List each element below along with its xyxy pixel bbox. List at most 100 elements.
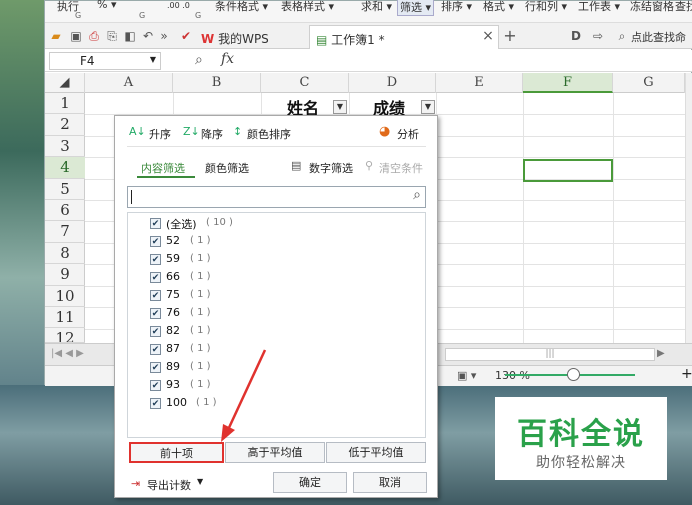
export-count-button[interactable]: 导出计数 <box>147 477 191 493</box>
pdf-export-icon[interactable]: ⎙ <box>87 29 101 43</box>
checkbox-item[interactable]: ✔ <box>150 290 161 301</box>
share-icon[interactable]: ⇨ <box>591 29 605 43</box>
row-header-8[interactable]: 8 <box>45 243 85 265</box>
ribbon-format[interactable]: 格式 ▾ <box>483 0 514 14</box>
fx-icon[interactable]: fx <box>221 51 234 67</box>
ribbon-sum[interactable]: 求和 ▾ <box>361 0 392 14</box>
row-header-4[interactable]: 4 <box>45 157 85 179</box>
ribbon-freeze[interactable]: 冻结窗格 <box>630 0 674 14</box>
row-header-1[interactable]: 1 <box>45 93 85 115</box>
row-header-9[interactable]: 9 <box>45 264 85 286</box>
cancel-button[interactable]: 取消 <box>353 472 427 493</box>
sort-descending-button[interactable]: 降序 <box>201 126 223 142</box>
tab-color-filter[interactable]: 颜色筛选 <box>205 160 249 176</box>
search-icon[interactable]: ⌕ <box>615 29 629 43</box>
list-item-value[interactable]: 52 <box>166 234 180 247</box>
checkbox-item[interactable]: ✔ <box>150 326 161 337</box>
scroll-right-icon[interactable]: ▶ <box>657 348 665 359</box>
list-item-value[interactable]: (全选) <box>166 216 197 232</box>
checkbox-item[interactable]: ✔ <box>150 236 161 247</box>
checkmark-menu-icon[interactable]: ✔ <box>179 29 193 43</box>
row-header-6[interactable]: 6 <box>45 200 85 222</box>
ribbon-sort[interactable]: 排序 ▾ <box>441 0 472 14</box>
search-icon[interactable]: ⌕ <box>413 187 421 203</box>
analyze-button[interactable]: 分析 <box>397 126 419 142</box>
ribbon-conditional-format[interactable]: 条件格式 ▾ <box>215 0 268 14</box>
print-icon[interactable]: ⎘ <box>105 29 119 43</box>
ribbon-worksheet[interactable]: 工作表 ▾ <box>578 0 620 14</box>
list-item-value[interactable]: 89 <box>166 360 180 373</box>
app-d-icon[interactable]: D <box>569 29 583 43</box>
zoom-in-icon[interactable]: + <box>681 366 692 382</box>
sheet-nav-icon[interactable]: |◀ ◀ ▶ <box>51 348 84 359</box>
below-average-button[interactable]: 低于平均值 <box>326 442 426 463</box>
list-item-value[interactable]: 87 <box>166 342 180 355</box>
print-preview-icon[interactable]: ◧ <box>123 29 137 43</box>
chevron-down-icon[interactable]: ▼ <box>150 55 156 64</box>
selected-cell-f4[interactable] <box>523 159 613 182</box>
chevron-down-icon[interactable]: ▼ <box>197 477 203 486</box>
checkbox-item[interactable]: ✔ <box>150 380 161 391</box>
list-item-value[interactable]: 59 <box>166 252 180 265</box>
list-item-value[interactable]: 93 <box>166 378 180 391</box>
checkbox-item[interactable]: ✔ <box>150 362 161 373</box>
top-ten-button[interactable]: 前十项 <box>129 442 224 463</box>
ribbon-percent[interactable]: % ▾ <box>97 0 116 11</box>
clear-filter-button[interactable]: 清空条件 <box>379 160 423 176</box>
zoom-search-icon[interactable]: ⌕ <box>195 52 203 68</box>
row-header-7[interactable]: 7 <box>45 221 85 243</box>
row-header-12[interactable]: 12 <box>45 328 85 343</box>
list-item-value[interactable]: 66 <box>166 270 180 283</box>
checkbox-select-all[interactable]: ✔ <box>150 218 161 229</box>
checkbox-item[interactable]: ✔ <box>150 272 161 283</box>
above-average-button[interactable]: 高于平均值 <box>225 442 325 463</box>
row-header-5[interactable]: 5 <box>45 179 85 200</box>
ribbon-rows-cols[interactable]: 行和列 ▾ <box>525 0 567 14</box>
filter-dropdown-name[interactable]: ▼ <box>333 100 347 114</box>
column-header-d[interactable]: D <box>349 73 436 93</box>
undo-icon[interactable]: ↶ <box>141 29 155 43</box>
checkbox-item[interactable]: ✔ <box>150 344 161 355</box>
tab-workbook[interactable]: ▤ 工作簿1 * <box>309 25 499 49</box>
row-header-11[interactable]: 11 <box>45 307 85 329</box>
zoom-slider-handle[interactable] <box>567 368 580 381</box>
tab-content-filter[interactable]: 内容筛选 <box>141 160 185 176</box>
select-all-corner[interactable]: ◢ <box>45 73 85 93</box>
column-header-f[interactable]: F <box>523 73 613 93</box>
horizontal-scrollbar[interactable]: ||| <box>445 348 655 361</box>
checkbox-item[interactable]: ✔ <box>150 398 161 409</box>
open-folder-icon[interactable]: ▰ <box>49 29 63 43</box>
row-header-10[interactable]: 10 <box>45 286 85 307</box>
checkbox-item[interactable]: ✔ <box>150 308 161 319</box>
column-header-c[interactable]: C <box>261 73 349 93</box>
filter-dropdown-score[interactable]: ▼ <box>421 100 435 114</box>
save-icon[interactable]: ▣ <box>69 29 83 43</box>
list-item-value[interactable]: 100 <box>166 396 187 409</box>
more-chevron-icon[interactable]: » <box>157 29 171 43</box>
number-filter-button[interactable]: 数字筛选 <box>309 160 353 176</box>
ok-button[interactable]: 确定 <box>273 472 347 493</box>
add-tab-icon[interactable]: + <box>503 28 517 44</box>
sort-ascending-button[interactable]: 升序 <box>149 126 171 142</box>
close-tab-icon[interactable]: × <box>481 29 495 43</box>
name-box[interactable]: F4 ▼ <box>49 52 161 70</box>
column-header-b[interactable]: B <box>173 73 261 93</box>
filter-search-input[interactable]: ⌕ <box>127 186 426 208</box>
list-item-value[interactable]: 82 <box>166 324 180 337</box>
column-header-a[interactable]: A <box>85 73 173 93</box>
sort-by-color-button[interactable]: 颜色排序 <box>247 126 291 142</box>
command-search-hint[interactable]: 点此查找命 <box>631 29 686 45</box>
tab-my-wps[interactable]: W 我的WPS <box>195 25 275 49</box>
row-header-3[interactable]: 3 <box>45 136 85 158</box>
row-header-2[interactable]: 2 <box>45 114 85 136</box>
ribbon-decimal[interactable]: .00 .0 <box>167 1 190 10</box>
vertical-scrollbar[interactable] <box>685 73 692 343</box>
ribbon-filter[interactable]: 筛选 ▾ <box>397 0 435 16</box>
ribbon-table-style[interactable]: 表格样式 ▾ <box>281 0 334 14</box>
view-mode-icon[interactable]: ▣ ▾ <box>457 369 476 382</box>
checkbox-item[interactable]: ✔ <box>150 254 161 265</box>
list-item-value[interactable]: 76 <box>166 306 180 319</box>
column-header-g[interactable]: G <box>613 73 685 93</box>
list-item-value[interactable]: 75 <box>166 288 180 301</box>
column-header-e[interactable]: E <box>436 73 523 93</box>
